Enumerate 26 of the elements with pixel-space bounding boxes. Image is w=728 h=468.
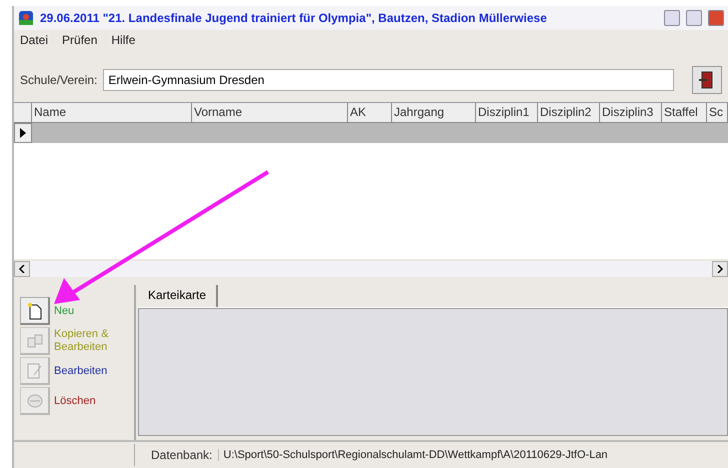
status-label: Datenbank:: [150, 448, 214, 462]
action-label: Bearbeiten: [54, 364, 108, 378]
copy-icon: [26, 332, 44, 350]
current-row-icon: [20, 128, 26, 138]
menu-item[interactable]: Prüfen: [62, 33, 98, 49]
action-label: Neu: [54, 304, 76, 318]
scroll-right-icon[interactable]: [716, 265, 724, 273]
database-path: U:\Sport\50-Schulsport\Regionalschulamt-DD\Wettkampf\A\20110629-JtfO-Lan: [218, 449, 728, 461]
horizontal-scrollbar[interactable]: [14, 261, 728, 277]
window-title: 29.06.2011 "21. Landesfinale Jugend trainiert für Olympia", Bautzen, Stadion Müllerwiese: [40, 11, 548, 25]
action-label: Löschen: [54, 394, 97, 408]
exit-button[interactable]: [692, 66, 722, 94]
new-document-icon: [26, 302, 42, 320]
menu-item[interactable]: Hilfe: [111, 33, 136, 49]
field-label: Schule/Verein:: [20, 73, 98, 87]
edit-icon: [26, 362, 44, 380]
app-icon: [18, 10, 34, 26]
action-label: Kopieren & Bearbeiten: [54, 328, 110, 354]
scroll-left-icon[interactable]: [18, 265, 26, 273]
maximize-button[interactable]: [686, 10, 702, 26]
menu-item[interactable]: Datei: [20, 33, 48, 49]
delete-icon: [26, 392, 44, 410]
school-field[interactable]: Erlwein-Gymnasium Dresden: [103, 69, 674, 91]
action-button[interactable]: [20, 297, 50, 325]
close-button[interactable]: [708, 10, 724, 26]
minimize-button[interactable]: [664, 10, 680, 26]
